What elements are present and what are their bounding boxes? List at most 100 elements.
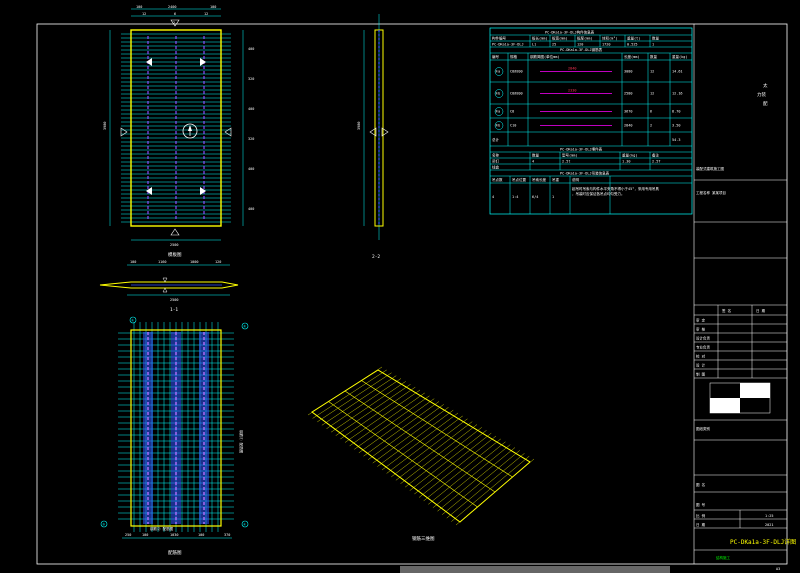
scale-label: 比 例: [696, 513, 706, 518]
table-cell: 1: [652, 43, 654, 47]
plan-right-dim: 400: [248, 47, 254, 51]
table-header: 名称: [492, 153, 500, 158]
table-header: 吊点数: [492, 177, 503, 182]
table-cell: ①a: [495, 70, 500, 74]
table-header: 吊重: [552, 177, 560, 182]
title-block-row-label: 专业负责: [696, 345, 710, 350]
table-cell: C10: [510, 124, 516, 128]
plan-view: 100 2400 100 12 6 12 2500 3980 400 320 4…: [103, 5, 254, 258]
plan-top-dim: 2400: [168, 5, 176, 9]
iso-rebar: [340, 386, 416, 440]
iso-view: 钢筋三维图: [307, 366, 535, 542]
table-header: 型号(mm): [562, 153, 577, 158]
table-cell: 4: [492, 195, 494, 199]
table-cell: 3080: [624, 70, 632, 74]
table-cell: ②b: [495, 124, 500, 128]
title-block: 太 力装 配 工程名称 某某项目 装配式建筑施工图 图纸类别 签 名 日 期 审…: [694, 82, 796, 571]
plan-cut-label: 2: [173, 21, 175, 25]
plan-title: 模板图: [168, 251, 182, 258]
tables: PC-DKa1a-3F-DLJ构件信息表构件编号 板长(mm) 板宽(mm) 板厚(m…: [489, 27, 693, 215]
table-header: 重量(kg): [672, 54, 687, 59]
title-block-row-label: 制 图: [696, 372, 706, 377]
iso-rebar: [451, 455, 530, 522]
iso-rebar: [335, 384, 411, 436]
iso-rebar: [307, 366, 383, 416]
plan-bottom-dim: 2500: [170, 243, 178, 247]
plan-right-dim: 320: [248, 137, 254, 141]
table-cell: 8.70: [672, 110, 680, 114]
table-cell: 总计: [492, 137, 500, 142]
axis-label: ②: [243, 325, 247, 329]
company-line: 力装: [757, 91, 766, 98]
table-cell: L1: [532, 43, 536, 47]
table-cell: 54.3: [672, 138, 680, 142]
side-left-dim: 3980: [357, 122, 361, 130]
lifting-point-icon: [200, 58, 206, 66]
table-cell: 4: [532, 160, 534, 164]
table-cell: 2: [650, 124, 652, 128]
table-cell: 吊钉: [492, 159, 500, 164]
section-bottom-dim: 2500: [170, 298, 178, 302]
table-header: 编号: [492, 54, 500, 59]
iso-rebar: [354, 395, 430, 450]
table-header: 重量(kg): [622, 153, 637, 158]
table-cell: 1720: [602, 43, 610, 47]
date-value: 2021: [765, 523, 773, 527]
drawing-title-label: 图 名: [696, 482, 705, 487]
table-cell: 2840: [624, 124, 632, 128]
plan-right-dim: 400: [248, 207, 254, 211]
table-header: 板厚(mm): [577, 36, 592, 41]
plan-right-dim: 320: [248, 77, 254, 81]
table-header: 备注: [652, 153, 660, 158]
table-header: 钢筋简图(单位mm): [530, 54, 559, 59]
date-label: 日 期: [696, 522, 706, 527]
table-cell: 2.5T: [652, 160, 661, 164]
iso-rebar: [423, 438, 501, 502]
table-cell: 12: [650, 70, 654, 74]
shape-dim: 2840: [568, 67, 576, 71]
side-title: 2-2: [372, 254, 380, 260]
section-top-dim: 100: [130, 260, 136, 264]
section-top-dim: 1000: [190, 260, 198, 264]
iso-rebar: [418, 435, 497, 498]
table-cell: 6: [650, 110, 652, 114]
plan-right-dim: 400: [248, 107, 254, 111]
note-text: 装配式建筑施工图: [696, 166, 724, 171]
rebar-bottom-dim: 1030: [170, 533, 178, 537]
axis-label: ①: [131, 319, 135, 323]
section-title: 1-1: [170, 307, 178, 313]
col-header: 签 名: [722, 308, 731, 313]
table-cell: ①b: [495, 92, 500, 96]
table-cell: 120: [577, 43, 583, 47]
shape-dim: 2330: [568, 89, 576, 93]
axis-label: ③: [102, 523, 106, 527]
iso-rebar: [344, 389, 421, 443]
table-header: 板宽(mm): [552, 36, 567, 41]
table-cell: 0.525: [627, 43, 638, 47]
axis-label: ④: [243, 523, 247, 527]
lifting-point-icon: [146, 58, 152, 66]
table-cell: 线盒: [492, 165, 500, 170]
plan-top-dim2: 6: [174, 12, 176, 16]
iso-rebar: [455, 458, 535, 526]
table-header: 数量: [652, 36, 660, 41]
table-cell: 3670: [624, 110, 632, 114]
sheet-code: PC-DKa1a-3F-DLJ详图: [730, 538, 796, 546]
plan-right-dim: 400: [248, 167, 254, 171]
status-text: 结构施工: [716, 555, 730, 560]
section-mark-icon: [120, 127, 128, 137]
table-cell: 1:4: [512, 195, 518, 199]
table-cell: 6/4: [532, 195, 538, 199]
title-block-row-label: 审 定: [696, 318, 706, 323]
table-cell: ②a: [495, 110, 500, 114]
table-cell: 1.30: [622, 160, 630, 164]
table-cell: 25: [552, 43, 556, 47]
table-cell: C8@200: [510, 92, 523, 96]
rebar-bottom-dim: 100: [198, 533, 204, 537]
table-header: 说明: [572, 177, 580, 182]
table-cell: 12.16: [672, 92, 683, 96]
table-cell: C8@200: [510, 70, 523, 74]
plan-left-dim: 3980: [103, 122, 107, 130]
title-block-row-label: 校 对: [696, 354, 706, 359]
title-block-row-label: 设计负责: [696, 336, 710, 341]
